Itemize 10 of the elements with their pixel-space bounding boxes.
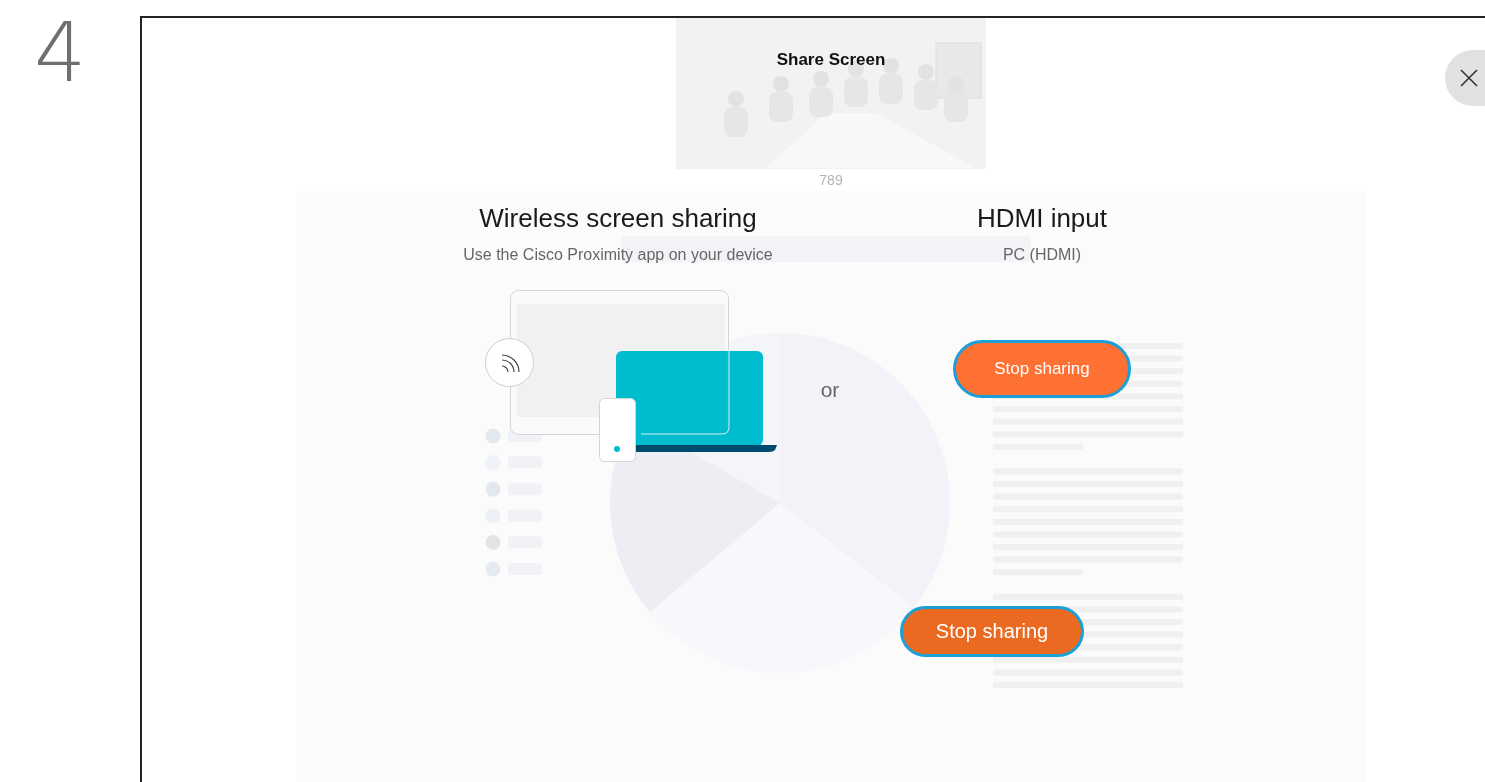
section-title: Wireless screen sharing bbox=[479, 202, 757, 234]
section-subtitle: Use the Cisco Proximity app on your device bbox=[463, 246, 773, 264]
thumbnail-caption: 789 bbox=[818, 172, 844, 188]
separator-text: or bbox=[820, 378, 840, 403]
stop-sharing-button[interactable]: Stop sharing bbox=[953, 340, 1131, 398]
stop-sharing-button[interactable]: Stop sharing bbox=[900, 606, 1084, 657]
step-number: 4 bbox=[34, 12, 87, 94]
dialog-title: Share Screen bbox=[775, 50, 887, 70]
source-name: PC (HDMI) bbox=[1002, 246, 1082, 264]
section-title: HDMI input bbox=[976, 202, 1107, 234]
